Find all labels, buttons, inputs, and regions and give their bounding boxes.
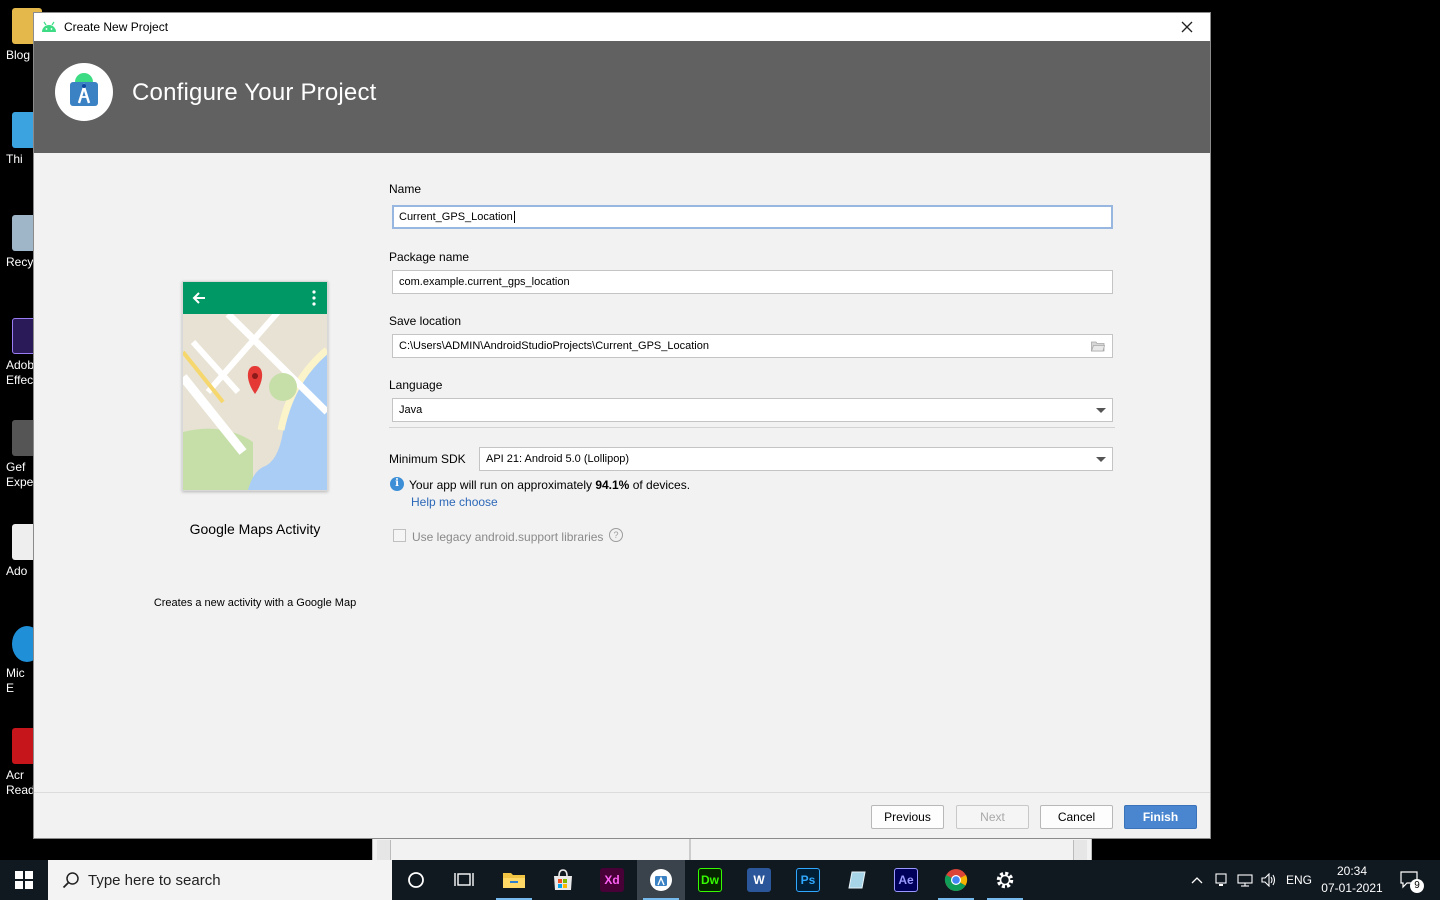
help-me-choose-link[interactable]: Help me choose [411,495,498,509]
language-value: Java [399,404,423,416]
name-field[interactable]: Current_GPS_Location [392,205,1113,229]
cortana-button[interactable] [392,860,440,900]
android-icon [42,21,56,32]
map-preview-image [179,282,330,490]
dialog-header: Configure Your Project [34,41,1210,153]
side-tab[interactable] [1073,840,1087,860]
cortana-icon [408,872,424,888]
language-select[interactable]: Java [392,398,1113,422]
android-studio-logo [55,63,113,121]
tray-device-button[interactable] [1210,860,1232,900]
gear-icon [996,871,1014,889]
save-location-value: C:\Users\ADMIN\AndroidStudioProjects\Cur… [399,340,709,352]
template-preview [179,281,330,491]
network-icon [1237,874,1253,887]
show-hidden-icons-button[interactable] [1186,860,1208,900]
android-studio-icon [70,73,98,106]
photoshop-button[interactable]: Ps [784,860,832,900]
name-value: Current_GPS_Location [399,211,513,223]
package-name-label: Package name [389,250,470,264]
clock[interactable]: 20:34 07-01-2021 [1316,863,1388,897]
package-name-field[interactable]: com.example.current_gps_location [392,270,1113,294]
info-icon: i [390,477,404,491]
search-icon [62,872,79,889]
coverage-suffix: of devices. [629,478,691,492]
taskbar: Type here to search Xd Dw W Ps Ae ENG 20… [0,860,1440,900]
previous-button[interactable]: Previous [871,805,944,829]
create-project-dialog: Create New Project Configure Your Projec… [33,12,1211,839]
close-button[interactable] [1174,17,1200,37]
minimum-sdk-select[interactable]: API 21: Android 5.0 (Lollipop) [479,447,1113,471]
adobe-xd-icon: Xd [600,868,624,892]
task-view-button[interactable] [440,860,488,900]
word-button[interactable]: W [735,860,783,900]
template-name: Google Maps Activity [189,521,321,537]
language-indicator[interactable]: ENG [1282,860,1316,900]
dreamweaver-button[interactable]: Dw [686,860,734,900]
next-button[interactable]: Next [956,805,1029,829]
coverage-percent: 94.1% [595,478,630,492]
windows-icon [15,871,33,889]
device-coverage-text: Your app will run on approximately 94.1%… [409,478,690,492]
minimum-sdk-value: API 21: Android 5.0 (Lollipop) [486,453,630,465]
name-label: Name [389,182,422,196]
notepad-button[interactable] [833,860,881,900]
package-name-value: com.example.current_gps_location [399,276,570,288]
store-icon [554,869,572,890]
after-effects-button[interactable]: Ae [882,860,930,900]
legacy-support-label: Use legacy android.support libraries [412,530,604,544]
taskbar-search[interactable]: Type here to search [48,860,392,900]
file-explorer-button[interactable] [490,860,538,900]
legacy-support-checkbox[interactable] [393,529,406,542]
folder-icon [503,873,525,888]
text-caret [513,211,515,224]
notification-count-badge: 9 [1410,879,1424,893]
clock-time: 20:34 [1336,864,1368,878]
notepad-icon [848,871,866,889]
template-description: Creates a new activity with a Google Map [153,597,357,609]
window-title: Create New Project [64,20,169,34]
settings-button[interactable] [981,860,1029,900]
help-icon[interactable]: ? [609,528,623,542]
photoshop-icon: Ps [796,868,820,892]
divider [389,427,1115,428]
android-studio-button[interactable] [637,860,685,900]
close-icon [1181,21,1193,33]
chrome-icon [944,869,968,891]
minimum-sdk-label: Minimum SDK [389,452,466,466]
after-effects-icon: Ae [894,868,918,892]
search-placeholder: Type here to search [88,872,221,889]
notifications-button[interactable]: 9 [1390,860,1430,900]
language-label: Language [389,378,443,392]
microsoft-store-button[interactable] [539,860,587,900]
background-window [372,838,1092,860]
clock-date: 07-01-2021 [1321,881,1383,895]
finish-button[interactable]: Finish [1124,805,1197,829]
chevron-down-icon [1096,408,1106,413]
footer-divider [34,792,1210,793]
side-tab[interactable] [377,840,391,860]
save-location-label: Save location [389,314,462,328]
speaker-icon [1261,873,1276,887]
chevron-up-icon [1191,877,1203,884]
dreamweaver-icon: Dw [698,868,722,892]
divider [689,838,691,860]
adobe-xd-button[interactable]: Xd [588,860,636,900]
chevron-down-icon [1096,457,1106,462]
device-icon [1215,873,1227,886]
folder-browse-icon[interactable] [1091,340,1105,352]
page-title: Configure Your Project [132,79,377,106]
task-view-icon [454,873,474,886]
chrome-button[interactable] [932,860,980,900]
network-button[interactable] [1234,860,1256,900]
title-bar[interactable]: Create New Project [34,13,1210,41]
save-location-field[interactable]: C:\Users\ADMIN\AndroidStudioProjects\Cur… [392,334,1113,358]
coverage-prefix: Your app will run on approximately [409,478,596,492]
word-icon: W [747,868,771,892]
cancel-button[interactable]: Cancel [1040,805,1113,829]
start-button[interactable] [0,860,48,900]
android-studio-icon [650,869,672,891]
volume-button[interactable] [1258,860,1280,900]
